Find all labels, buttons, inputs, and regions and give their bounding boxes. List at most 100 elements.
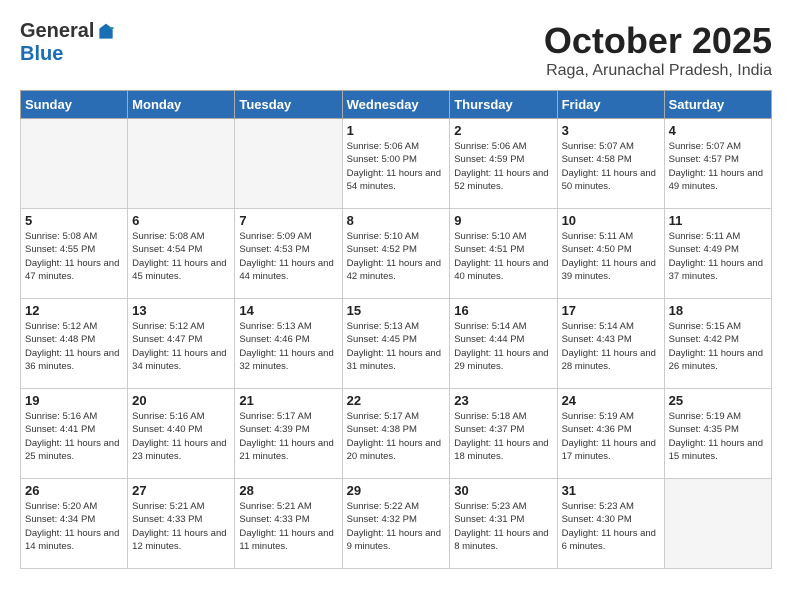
month-title: October 2025 xyxy=(544,20,772,62)
day-info: Sunrise: 5:10 AMSunset: 4:52 PMDaylight:… xyxy=(347,230,446,283)
day-number: 27 xyxy=(132,483,230,498)
day-number: 15 xyxy=(347,303,446,318)
calendar-cell: 28Sunrise: 5:21 AMSunset: 4:33 PMDayligh… xyxy=(235,479,342,569)
day-number: 9 xyxy=(454,213,552,228)
day-number: 2 xyxy=(454,123,552,138)
calendar-cell: 25 Sunrise: 5:19 AMSunset: 4:35 PMDayligh… xyxy=(664,389,771,479)
calendar-cell: 26 Sunrise: 5:20 AMSunset: 4:34 PMDayligh… xyxy=(21,479,128,569)
day-info: Sunrise: 5:10 AMSunset: 4:51 PMDaylight:… xyxy=(454,230,552,283)
day-info: Sunrise: 5:23 AMSunset: 4:30 PMDaylight:… xyxy=(562,500,660,553)
day-info: Sunrise: 5:23 AMSunset: 4:31 PMDaylight:… xyxy=(454,500,552,553)
day-info: Sunrise: 5:08 AMSunset: 4:55 PMDaylight:… xyxy=(25,230,123,283)
calendar-cell: 8 Sunrise: 5:10 AMSunset: 4:52 PMDaylight… xyxy=(342,209,450,299)
day-number: 22 xyxy=(347,393,446,408)
logo-icon xyxy=(96,22,116,42)
day-info: Sunrise: 5:21 AMSunset: 4:33 PMDaylight:… xyxy=(132,500,230,553)
day-info: Sunrise: 5:14 AMSunset: 4:44 PMDaylight:… xyxy=(454,320,552,373)
calendar-cell: 2Sunrise: 5:06 AMSunset: 4:59 PMDaylight… xyxy=(450,119,557,209)
calendar-week-row: 5Sunrise: 5:08 AMSunset: 4:55 PMDaylight… xyxy=(21,209,772,299)
day-info: Sunrise: 5:11 AMSunset: 4:50 PMDaylight:… xyxy=(562,230,660,283)
calendar-cell: 12 Sunrise: 5:12 AMSunset: 4:48 PMDayligh… xyxy=(21,299,128,389)
day-number: 14 xyxy=(239,303,337,318)
day-info: Sunrise: 5:11 AMSunset: 4:49 PMDaylight:… xyxy=(669,230,767,283)
day-info: Sunrise: 5:13 AMSunset: 4:45 PMDaylight:… xyxy=(347,320,446,373)
day-number: 25 xyxy=(669,393,767,408)
weekday-header: Monday xyxy=(128,91,235,119)
page-header: General Blue October 2025 Raga, Arunacha… xyxy=(20,20,772,80)
calendar-cell: 11Sunrise: 5:11 AMSunset: 4:49 PMDayligh… xyxy=(664,209,771,299)
day-info: Sunrise: 5:20 AMSunset: 4:34 PMDaylight:… xyxy=(25,500,123,553)
day-number: 30 xyxy=(454,483,552,498)
calendar-cell xyxy=(664,479,771,569)
day-number: 26 xyxy=(25,483,123,498)
weekday-header: Thursday xyxy=(450,91,557,119)
day-number: 16 xyxy=(454,303,552,318)
weekday-header: Friday xyxy=(557,91,664,119)
weekday-header: Saturday xyxy=(664,91,771,119)
calendar-week-row: 12 Sunrise: 5:12 AMSunset: 4:48 PMDayligh… xyxy=(21,299,772,389)
calendar-cell: 20Sunrise: 5:16 AMSunset: 4:40 PMDayligh… xyxy=(128,389,235,479)
calendar-week-row: 1 Sunrise: 5:06 AMSunset: 5:00 PMDaylight… xyxy=(21,119,772,209)
day-info: Sunrise: 5:19 AMSunset: 4:36 PMDaylight:… xyxy=(562,410,660,463)
weekday-header: Wednesday xyxy=(342,91,450,119)
weekday-header: Tuesday xyxy=(235,91,342,119)
logo-general-text: General xyxy=(20,20,94,43)
day-number: 21 xyxy=(239,393,337,408)
calendar-cell: 31 Sunrise: 5:23 AMSunset: 4:30 PMDayligh… xyxy=(557,479,664,569)
calendar-cell: 27 Sunrise: 5:21 AMSunset: 4:33 PMDayligh… xyxy=(128,479,235,569)
calendar-cell: 15 Sunrise: 5:13 AMSunset: 4:45 PMDayligh… xyxy=(342,299,450,389)
day-number: 1 xyxy=(347,123,446,138)
calendar-cell: 29Sunrise: 5:22 AMSunset: 4:32 PMDayligh… xyxy=(342,479,450,569)
calendar-cell: 9 Sunrise: 5:10 AMSunset: 4:51 PMDaylight… xyxy=(450,209,557,299)
calendar-cell: 3 Sunrise: 5:07 AMSunset: 4:58 PMDaylight… xyxy=(557,119,664,209)
location: Raga, Arunachal Pradesh, India xyxy=(544,62,772,80)
title-block: October 2025 Raga, Arunachal Pradesh, In… xyxy=(544,20,772,80)
calendar-week-row: 26 Sunrise: 5:20 AMSunset: 4:34 PMDayligh… xyxy=(21,479,772,569)
day-info: Sunrise: 5:09 AMSunset: 4:53 PMDaylight:… xyxy=(239,230,337,283)
calendar-cell: 7Sunrise: 5:09 AMSunset: 4:53 PMDaylight… xyxy=(235,209,342,299)
day-info: Sunrise: 5:16 AMSunset: 4:40 PMDaylight:… xyxy=(132,410,230,463)
day-number: 10 xyxy=(562,213,660,228)
day-info: Sunrise: 5:12 AMSunset: 4:48 PMDaylight:… xyxy=(25,320,123,373)
day-info: Sunrise: 5:07 AMSunset: 4:57 PMDaylight:… xyxy=(669,140,767,193)
day-number: 23 xyxy=(454,393,552,408)
calendar-cell: 13 Sunrise: 5:12 AMSunset: 4:47 PMDayligh… xyxy=(128,299,235,389)
calendar-cell: 30 Sunrise: 5:23 AMSunset: 4:31 PMDayligh… xyxy=(450,479,557,569)
calendar-table: SundayMondayTuesdayWednesdayThursdayFrid… xyxy=(20,90,772,569)
day-number: 13 xyxy=(132,303,230,318)
calendar-cell: 22Sunrise: 5:17 AMSunset: 4:38 PMDayligh… xyxy=(342,389,450,479)
day-info: Sunrise: 5:15 AMSunset: 4:42 PMDaylight:… xyxy=(669,320,767,373)
day-number: 6 xyxy=(132,213,230,228)
calendar-cell: 18Sunrise: 5:15 AMSunset: 4:42 PMDayligh… xyxy=(664,299,771,389)
day-info: Sunrise: 5:08 AMSunset: 4:54 PMDaylight:… xyxy=(132,230,230,283)
logo-blue-text: Blue xyxy=(20,43,63,66)
calendar-cell xyxy=(128,119,235,209)
calendar-cell: 5Sunrise: 5:08 AMSunset: 4:55 PMDaylight… xyxy=(21,209,128,299)
calendar-cell: 16 Sunrise: 5:14 AMSunset: 4:44 PMDayligh… xyxy=(450,299,557,389)
day-info: Sunrise: 5:16 AMSunset: 4:41 PMDaylight:… xyxy=(25,410,123,463)
calendar-cell: 10 Sunrise: 5:11 AMSunset: 4:50 PMDayligh… xyxy=(557,209,664,299)
day-number: 19 xyxy=(25,393,123,408)
weekday-header: Sunday xyxy=(21,91,128,119)
calendar-cell xyxy=(235,119,342,209)
day-number: 31 xyxy=(562,483,660,498)
calendar-week-row: 19 Sunrise: 5:16 AMSunset: 4:41 PMDayligh… xyxy=(21,389,772,479)
day-number: 8 xyxy=(347,213,446,228)
day-info: Sunrise: 5:12 AMSunset: 4:47 PMDaylight:… xyxy=(132,320,230,373)
calendar-cell xyxy=(21,119,128,209)
day-info: Sunrise: 5:18 AMSunset: 4:37 PMDaylight:… xyxy=(454,410,552,463)
day-info: Sunrise: 5:14 AMSunset: 4:43 PMDaylight:… xyxy=(562,320,660,373)
day-info: Sunrise: 5:22 AMSunset: 4:32 PMDaylight:… xyxy=(347,500,446,553)
day-info: Sunrise: 5:06 AMSunset: 5:00 PMDaylight:… xyxy=(347,140,446,193)
calendar-cell: 21Sunrise: 5:17 AMSunset: 4:39 PMDayligh… xyxy=(235,389,342,479)
day-number: 3 xyxy=(562,123,660,138)
calendar-cell: 24Sunrise: 5:19 AMSunset: 4:36 PMDayligh… xyxy=(557,389,664,479)
calendar-cell: 4Sunrise: 5:07 AMSunset: 4:57 PMDaylight… xyxy=(664,119,771,209)
day-info: Sunrise: 5:19 AMSunset: 4:35 PMDaylight:… xyxy=(669,410,767,463)
weekday-header-row: SundayMondayTuesdayWednesdayThursdayFrid… xyxy=(21,91,772,119)
day-info: Sunrise: 5:21 AMSunset: 4:33 PMDaylight:… xyxy=(239,500,337,553)
day-number: 12 xyxy=(25,303,123,318)
day-info: Sunrise: 5:07 AMSunset: 4:58 PMDaylight:… xyxy=(562,140,660,193)
calendar-cell: 17Sunrise: 5:14 AMSunset: 4:43 PMDayligh… xyxy=(557,299,664,389)
day-info: Sunrise: 5:13 AMSunset: 4:46 PMDaylight:… xyxy=(239,320,337,373)
